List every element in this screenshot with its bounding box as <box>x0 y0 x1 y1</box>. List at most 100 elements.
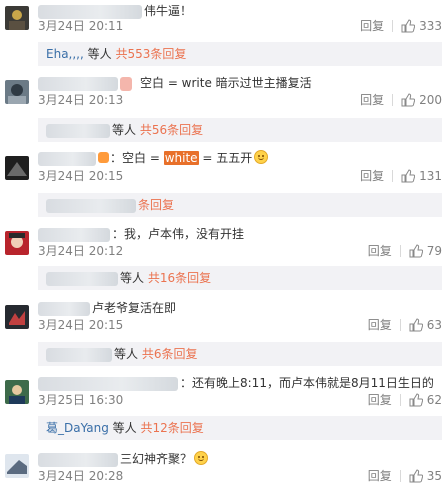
like-count: 63 <box>426 318 442 332</box>
comment-text: 空白 = write 暗示过世主播复活 <box>38 74 312 92</box>
comment-time: 3月25日 16:30 <box>38 393 124 407</box>
reply-count-link[interactable]: 共553条回复 <box>115 47 186 61</box>
reply-count-link[interactable]: 共16条回复 <box>148 271 211 285</box>
divider <box>392 170 394 182</box>
vip-badge-icon <box>98 152 109 163</box>
like-count: 333 <box>419 19 442 33</box>
reply-users[interactable]: 葛_DaYang <box>46 421 109 435</box>
highlighted-word: white <box>163 151 199 165</box>
reply-mid: 等人 <box>83 47 116 61</box>
thumbs-up-icon[interactable] <box>409 318 423 332</box>
like-count: 131 <box>419 169 442 183</box>
blurred-reply-users <box>46 123 110 138</box>
divider <box>399 245 401 257</box>
comment-actions: 回复 63 <box>368 317 442 333</box>
comment-actions: 回复 333 <box>360 18 442 34</box>
comment-item: ：还有晚上8:11，而卢本伟就是8月11日生日的 3月25日 16:30 回复 … <box>0 374 446 444</box>
reply-button[interactable]: 回复 <box>360 92 384 108</box>
like-count: 62 <box>426 393 442 407</box>
comment-text: ：我，卢本伟，没有开挂 <box>38 225 244 243</box>
avatar[interactable] <box>5 231 29 255</box>
reply-summary[interactable]: 等人 共16条回复 <box>38 266 442 290</box>
comment-body: ：我，卢本伟，没有开挂 <box>112 227 245 241</box>
avatar[interactable] <box>5 156 29 180</box>
comment-actions: 回复 79 <box>368 243 442 259</box>
reply-button[interactable]: 回复 <box>368 243 392 259</box>
comment-time: 3月24日 20:13 <box>38 93 124 107</box>
thumbs-up-icon[interactable] <box>401 169 416 183</box>
comment-item: 空白 = write 暗示过世主播复活 3月24日 20:13 回复 200 等… <box>0 72 446 144</box>
blurred-username <box>38 76 118 91</box>
comment-time: 3月24日 20:15 <box>38 169 124 183</box>
comment-time: 3月24日 20:15 <box>38 318 124 332</box>
comment-text: ：空白 = white = 五五开 <box>38 149 269 167</box>
blurred-username <box>38 4 142 19</box>
comment-body: 三幻神齐聚？ <box>120 452 193 466</box>
thumbs-up-icon[interactable] <box>409 244 423 258</box>
comment-body: 伟牛逼！ <box>144 4 193 18</box>
comment-body: 空白 = write 暗示过世主播复活 <box>140 76 312 90</box>
comment-actions: 回复 62 <box>368 392 442 408</box>
reply-mid: 等人 <box>120 271 148 285</box>
reply-mid: 等人 <box>114 347 142 361</box>
thumbs-up-icon[interactable] <box>409 469 423 483</box>
comment-body-post: = 五五开 <box>198 151 253 165</box>
comment-item: 卢老爷复活在即 3月24日 20:15 回复 63 等人 共6条回复 <box>0 298 446 370</box>
thumbs-up-icon[interactable] <box>409 393 423 407</box>
divider <box>399 394 401 406</box>
reply-button[interactable]: 回复 <box>360 18 384 34</box>
blurred-username <box>38 376 178 391</box>
comment-text: 卢老爷复活在即 <box>38 299 176 317</box>
reply-summary[interactable]: Eha,,,, 等人 共553条回复 <box>38 42 442 66</box>
smile-emoji-icon <box>194 451 209 465</box>
reply-button[interactable]: 回复 <box>368 317 392 333</box>
comment-text: ：还有晚上8:11，而卢本伟就是8月11日生日的 <box>38 374 434 392</box>
blurred-reply-users <box>46 271 118 286</box>
reply-mid: 等人 <box>112 123 140 137</box>
blurred-reply-users <box>46 198 136 213</box>
avatar[interactable] <box>5 80 29 104</box>
comment-item: 三幻神齐聚？ 3月24日 20:28 回复 35 <box>0 448 446 492</box>
thumbs-up-icon[interactable] <box>401 19 416 33</box>
avatar[interactable] <box>5 305 29 329</box>
reply-mid: 等人 <box>108 421 141 435</box>
comment-actions: 回复 35 <box>368 468 442 484</box>
reply-button[interactable]: 回复 <box>360 168 384 184</box>
blurred-username <box>38 227 110 242</box>
reply-summary[interactable]: 葛_DaYang 等人 共12条回复 <box>38 416 442 440</box>
comment-item: ：我，卢本伟，没有开挂 3月24日 20:12 回复 79 等人 共16条回复 <box>0 224 446 296</box>
avatar[interactable] <box>5 380 29 404</box>
blurred-username <box>38 452 118 467</box>
smile-emoji-icon <box>254 150 269 164</box>
reply-summary[interactable]: 等人 共6条回复 <box>38 342 442 366</box>
divider <box>399 470 401 482</box>
divider <box>392 94 394 106</box>
comment-text: 三幻神齐聚？ <box>38 450 209 468</box>
comment-time: 3月24日 20:28 <box>38 469 124 483</box>
comment-actions: 回复 131 <box>360 168 442 184</box>
avatar[interactable] <box>5 454 29 478</box>
comment-item: ：空白 = white = 五五开 3月24日 20:15 回复 131 条回复 <box>0 148 446 220</box>
reply-summary[interactable]: 条回复 <box>38 193 442 217</box>
divider <box>399 319 401 331</box>
blurred-username <box>38 301 90 316</box>
like-count: 79 <box>426 244 442 258</box>
reply-count-link[interactable]: 共6条回复 <box>142 347 198 361</box>
like-count: 35 <box>426 469 442 483</box>
reply-count-link[interactable]: 条回复 <box>138 198 174 212</box>
reply-button[interactable]: 回复 <box>368 392 392 408</box>
reply-count-link[interactable]: 共12条回复 <box>141 421 204 435</box>
reply-button[interactable]: 回复 <box>368 468 392 484</box>
reply-users[interactable]: Eha,,,, <box>46 47 84 61</box>
comment-item: 伟牛逼！ 3月24日 20:11 回复 333 Eha,,,, 等人 共553条… <box>0 0 446 78</box>
comment-body-pre: ：空白 = <box>110 151 164 165</box>
avatar[interactable] <box>5 6 29 30</box>
thumbs-up-icon[interactable] <box>401 93 416 107</box>
comment-actions: 回复 200 <box>360 92 442 108</box>
comment-body: 卢老爷复活在即 <box>92 301 177 315</box>
blurred-username <box>38 151 96 166</box>
comment-body: ：还有晚上8:11，而卢本伟就是8月11日生日的 <box>180 376 434 390</box>
reply-summary[interactable]: 等人 共56条回复 <box>38 118 442 142</box>
comment-time: 3月24日 20:12 <box>38 244 124 258</box>
reply-count-link[interactable]: 共56条回复 <box>140 123 203 137</box>
